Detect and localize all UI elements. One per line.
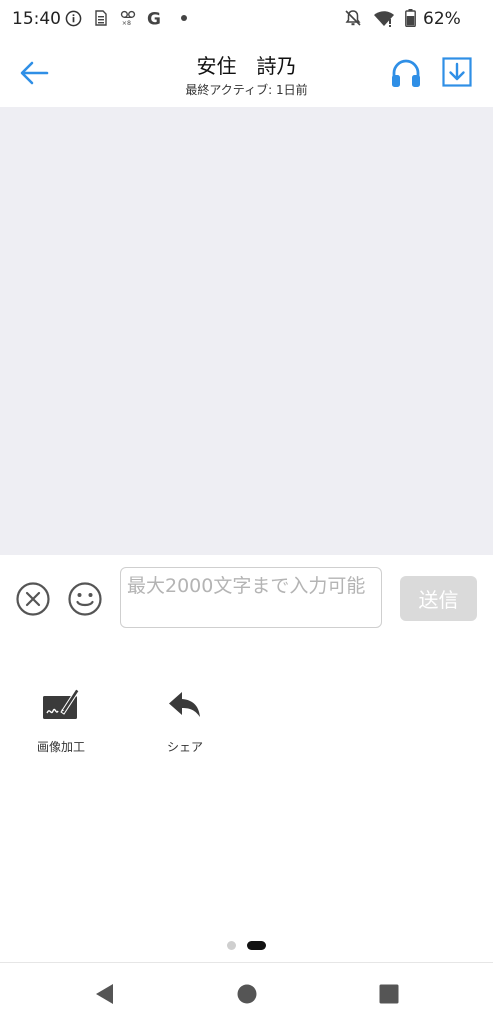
mute-icon: [344, 9, 362, 27]
battery-icon: [404, 9, 416, 27]
download-icon: [442, 57, 472, 87]
svg-text:G: G: [147, 10, 161, 28]
nav-back-icon: [96, 984, 113, 1004]
image-edit-icon: [16, 678, 106, 722]
wifi-icon: [373, 9, 395, 27]
svg-text:×8: ×8: [122, 20, 131, 27]
google-icon: G: [146, 9, 164, 28]
nav-recent-button[interactable]: [378, 983, 400, 1005]
battery-percent: 62%: [423, 9, 461, 29]
nav-home-button[interactable]: [236, 983, 258, 1005]
nav-back-button[interactable]: [94, 983, 116, 1005]
nav-recent-icon: [379, 984, 399, 1004]
close-circle-icon: [16, 582, 50, 616]
cancel-button[interactable]: [15, 581, 51, 617]
image-edit-label: 画像加工: [36, 740, 85, 754]
share-icon: [140, 678, 230, 722]
voicemail-icon: ×8: [119, 9, 137, 27]
status-time: 15:40: [12, 9, 61, 29]
page-indicator-dot-active[interactable]: [247, 941, 266, 950]
emoji-button[interactable]: [67, 581, 103, 617]
image-edit-tool[interactable]: 画像加工: [16, 678, 106, 755]
dot-icon: [175, 9, 193, 27]
download-button[interactable]: [440, 55, 474, 89]
headphones-icon: [392, 59, 420, 87]
send-button[interactable]: 送信: [400, 576, 477, 621]
smiley-icon: [68, 582, 102, 616]
share-label: シェア: [166, 740, 203, 754]
voice-call-button[interactable]: [388, 55, 424, 91]
message-area[interactable]: [0, 107, 493, 555]
nav-home-icon: [237, 984, 257, 1004]
info-icon: [64, 9, 82, 27]
page-indicator-dot[interactable]: [227, 941, 236, 950]
sim-icon: [92, 9, 110, 27]
message-input[interactable]: [120, 567, 382, 628]
share-tool[interactable]: シェア: [140, 678, 230, 755]
